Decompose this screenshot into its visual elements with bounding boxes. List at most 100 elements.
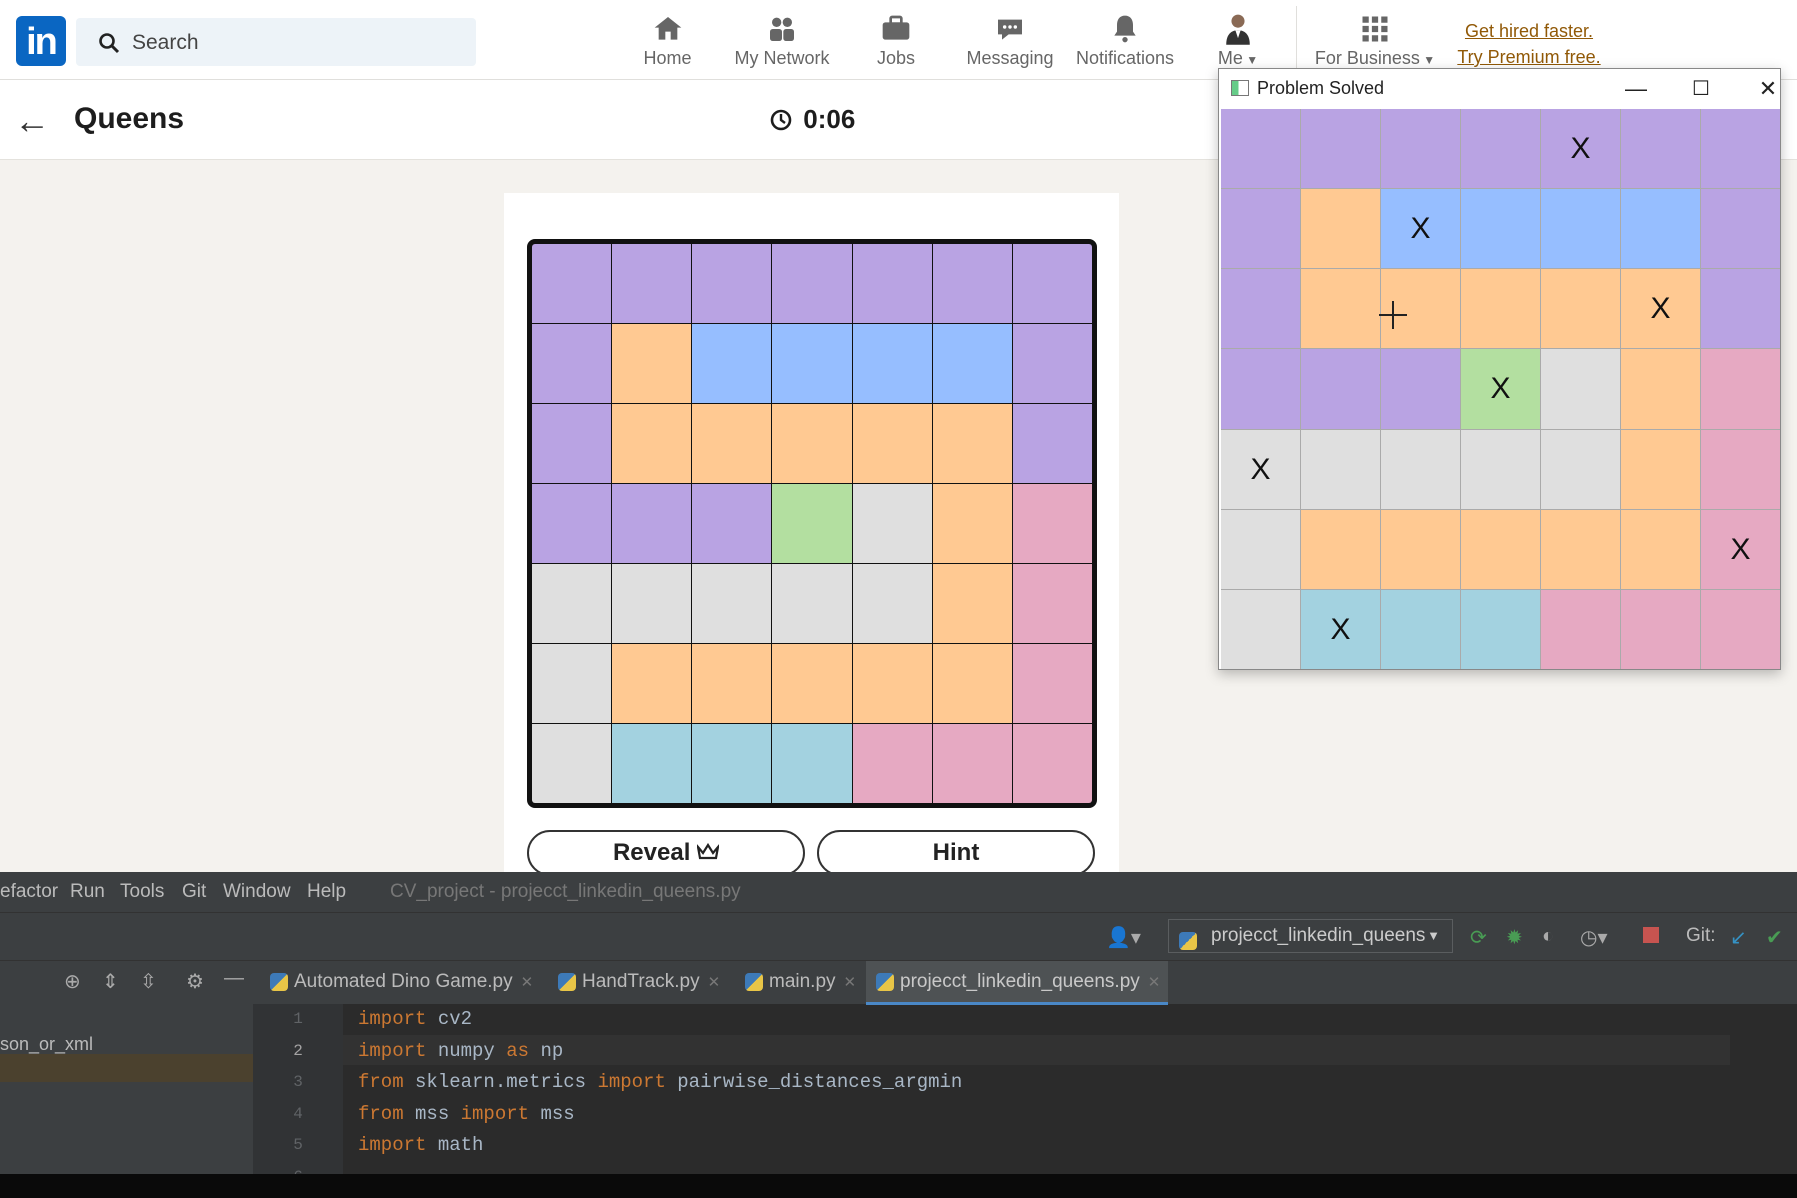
board-cell[interactable]	[852, 404, 932, 483]
close-tab-icon[interactable]: ✕	[1148, 974, 1161, 991]
gear-icon[interactable]: ⚙	[186, 969, 204, 994]
selected-project-row[interactable]	[0, 1054, 253, 1082]
board-cell[interactable]	[932, 644, 1012, 723]
premium-promo[interactable]: Get hired faster. Try Premium free.	[1444, 18, 1614, 70]
board-cell[interactable]	[772, 564, 852, 643]
board-cell[interactable]	[1012, 564, 1092, 643]
board-cell[interactable]	[1012, 244, 1092, 323]
menu-git[interactable]: Git	[182, 881, 206, 903]
tab-projecct-linkedin-queens[interactable]: projecct_linkedin_queens.py ✕	[866, 961, 1168, 1005]
board-cell[interactable]	[532, 564, 612, 643]
board-cell[interactable]	[1012, 724, 1092, 803]
board-cell[interactable]	[612, 564, 692, 643]
board-cell[interactable]	[1012, 484, 1092, 563]
tab-automated-dino-game[interactable]: Automated Dino Game.py ✕	[260, 961, 535, 1005]
run-configuration-select[interactable]: projecct_linkedin_queens ▼	[1168, 919, 1453, 953]
window-title-bar[interactable]: Problem Solved — ☐ ✕	[1219, 69, 1780, 109]
locate-icon[interactable]: ⊕	[64, 969, 81, 994]
collapse-all-icon[interactable]: ⇳	[140, 969, 157, 994]
board-cell[interactable]	[692, 564, 772, 643]
nav-jobs[interactable]: Jobs	[870, 12, 922, 72]
nav-for-business[interactable]: For Business ▼	[1310, 12, 1440, 72]
board-cell[interactable]	[932, 564, 1012, 643]
rerun-icon[interactable]: ⟳	[1470, 925, 1487, 950]
queens-board[interactable]	[527, 239, 1097, 808]
board-cell[interactable]	[932, 404, 1012, 483]
board-cell[interactable]	[612, 484, 692, 563]
debug-icon[interactable]: ✹	[1506, 925, 1523, 950]
board-cell[interactable]	[612, 724, 692, 803]
nav-messaging[interactable]: Messaging	[960, 12, 1060, 72]
board-cell[interactable]	[532, 644, 612, 723]
profile-icon[interactable]: ◷▾	[1580, 925, 1608, 950]
board-cell[interactable]	[1012, 404, 1092, 483]
search-box[interactable]: Search	[76, 18, 476, 66]
coverage-icon[interactable]: ◐	[1542, 925, 1554, 948]
nav-my-network[interactable]: My Network	[726, 12, 838, 72]
board-cell[interactable]	[852, 564, 932, 643]
premium-line2[interactable]: Try Premium free.	[1444, 44, 1614, 70]
premium-line1[interactable]: Get hired faster.	[1444, 18, 1614, 44]
nav-me[interactable]: Me ▼	[1208, 12, 1268, 72]
board-cell[interactable]	[852, 724, 932, 803]
board-cell[interactable]	[692, 484, 772, 563]
hint-button[interactable]: Hint	[817, 830, 1095, 876]
stop-icon[interactable]	[1643, 927, 1659, 943]
board-cell[interactable]	[932, 324, 1012, 403]
git-update-icon[interactable]: ↙	[1730, 925, 1747, 950]
code-line[interactable]: from mss import mss	[358, 1103, 575, 1133]
board-cell[interactable]	[772, 484, 852, 563]
board-cell[interactable]	[532, 244, 612, 323]
board-cell[interactable]	[1012, 324, 1092, 403]
board-cell[interactable]	[692, 724, 772, 803]
board-cell[interactable]	[772, 244, 852, 323]
code-editor[interactable]: import cv2 import numpy as np from sklearn…	[358, 1004, 1738, 1174]
board-cell[interactable]	[772, 644, 852, 723]
board-cell[interactable]	[612, 244, 692, 323]
nav-notifications[interactable]: Notifications	[1070, 12, 1180, 72]
close-tab-icon[interactable]: ✕	[708, 974, 721, 991]
board-cell[interactable]	[852, 644, 932, 723]
board-cell[interactable]	[852, 484, 932, 563]
close-tab-icon[interactable]: ✕	[844, 974, 857, 991]
tab-handtrack[interactable]: HandTrack.py ✕	[548, 961, 728, 1005]
linkedin-logo[interactable]: in	[16, 16, 66, 66]
code-line[interactable]: import numpy as np	[358, 1040, 563, 1070]
board-cell[interactable]	[772, 724, 852, 803]
menu-window[interactable]: Window	[223, 881, 291, 903]
board-cell[interactable]	[692, 324, 772, 403]
maximize-icon[interactable]: ☐	[1681, 73, 1721, 105]
nav-home[interactable]: Home	[640, 12, 695, 72]
board-cell[interactable]	[692, 404, 772, 483]
close-tab-icon[interactable]: ✕	[521, 974, 534, 991]
project-item[interactable]: son_or_xml	[0, 1034, 93, 1055]
board-cell[interactable]	[932, 484, 1012, 563]
board-cell[interactable]	[532, 324, 612, 403]
board-cell[interactable]	[612, 324, 692, 403]
board-cell[interactable]	[612, 644, 692, 723]
menu-refactor[interactable]: efactor	[0, 881, 58, 903]
reveal-button[interactable]: Reveal	[527, 830, 805, 876]
board-cell[interactable]	[852, 324, 932, 403]
expand-all-icon[interactable]: ⇕	[102, 969, 119, 994]
board-cell[interactable]	[772, 404, 852, 483]
board-cell[interactable]	[612, 404, 692, 483]
board-cell[interactable]	[1012, 644, 1092, 723]
board-cell[interactable]	[932, 244, 1012, 323]
board-cell[interactable]	[772, 324, 852, 403]
code-line[interactable]: from sklearn.metrics import pairwise_dis…	[358, 1071, 962, 1101]
menu-help[interactable]: Help	[307, 881, 346, 903]
board-cell[interactable]	[532, 404, 612, 483]
close-icon[interactable]: ✕	[1748, 73, 1788, 105]
menu-tools[interactable]: Tools	[120, 881, 164, 903]
user-icon[interactable]: 👤▾	[1106, 925, 1141, 950]
hide-panel-icon[interactable]: —	[224, 967, 244, 990]
board-cell[interactable]	[692, 644, 772, 723]
board-cell[interactable]	[532, 724, 612, 803]
board-cell[interactable]	[692, 244, 772, 323]
minimize-icon[interactable]: —	[1616, 73, 1656, 105]
board-cell[interactable]	[852, 244, 932, 323]
code-line[interactable]: import math	[358, 1134, 483, 1164]
board-cell[interactable]	[532, 484, 612, 563]
code-line[interactable]: import cv2	[358, 1008, 472, 1038]
